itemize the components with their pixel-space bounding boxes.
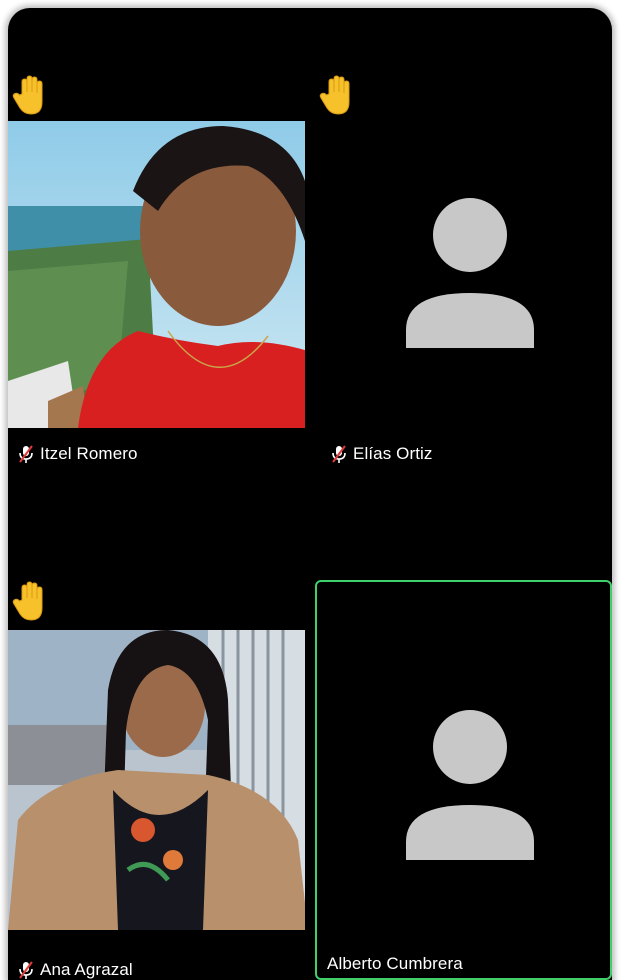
participant-video-itzel-romero xyxy=(8,121,305,428)
participant-name-row: Ana Agrazal xyxy=(18,960,133,980)
raised-hand-icon xyxy=(319,75,350,115)
participant-video-ana-agrazal xyxy=(8,630,305,930)
participant-tile-itzel-romero[interactable]: Itzel Romero xyxy=(8,8,305,494)
participant-name-row: Alberto Cumbrera xyxy=(327,954,463,974)
participant-name: Elías Ortiz xyxy=(353,444,433,463)
participant-tile-ana-agrazal[interactable]: Ana Agrazal xyxy=(8,494,305,980)
mic-muted-icon xyxy=(332,445,346,463)
participant-name: Alberto Cumbrera xyxy=(327,954,463,973)
participant-name: Ana Agrazal xyxy=(40,960,133,979)
avatar-placeholder-icon xyxy=(406,198,534,348)
mic-muted-icon xyxy=(19,445,33,463)
raised-hand-icon xyxy=(12,581,43,621)
mic-muted-icon xyxy=(19,961,33,979)
avatar-placeholder-icon xyxy=(406,710,534,860)
meeting-gallery-view: Itzel Romero Elías Ortiz Ana Agrazal Alb… xyxy=(8,8,612,980)
participant-name: Itzel Romero xyxy=(40,444,138,463)
participant-name-row: Elías Ortiz xyxy=(331,444,433,464)
raised-hand-icon xyxy=(12,75,43,115)
participant-tile-alberto-cumbrera[interactable]: Alberto Cumbrera xyxy=(315,580,612,980)
participant-name-row: Itzel Romero xyxy=(18,444,138,464)
participant-tile-elias-ortiz[interactable]: Elías Ortiz xyxy=(315,8,612,494)
